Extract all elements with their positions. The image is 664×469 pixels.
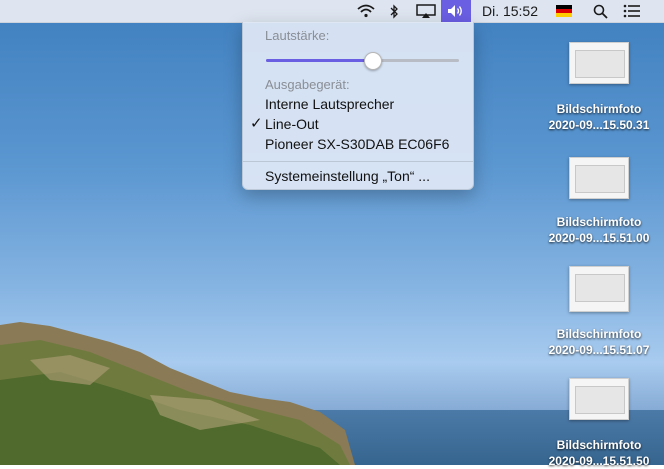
wifi-icon[interactable]: [355, 0, 377, 22]
sound-menu: Lautstärke: Ausgabegerät: ✓ Interne Laut…: [242, 22, 474, 190]
volume-icon[interactable]: [441, 0, 471, 22]
file-thumbnail: [569, 378, 629, 420]
checkmark-icon: ✓: [250, 115, 263, 132]
file-name: Bildschirmfoto: [556, 438, 642, 452]
menu-separator: [243, 161, 473, 162]
device-internal-speakers[interactable]: Interne Lautsprecher: [265, 96, 394, 112]
desktop-file[interactable]: Bildschirmfoto 2020-09...15.51.50: [539, 0, 659, 468]
airplay-icon[interactable]: [413, 0, 439, 22]
volume-slider-fill: [266, 59, 373, 62]
file-date: 2020-09...15.51.50: [548, 454, 650, 468]
volume-slider[interactable]: [266, 52, 459, 70]
output-header: Ausgabegerät:: [265, 77, 350, 92]
device-line-out[interactable]: Line-Out: [265, 116, 319, 132]
bluetooth-icon[interactable]: [385, 0, 403, 22]
sound-settings-item[interactable]: Systemeinstellung „Ton“ ...: [265, 168, 430, 184]
clock[interactable]: Di. 15:52: [478, 0, 542, 22]
device-pioneer[interactable]: Pioneer SX-S30DAB EC06F6: [265, 136, 449, 152]
volume-header: Lautstärke:: [265, 28, 330, 43]
volume-slider-knob[interactable]: [364, 52, 383, 70]
